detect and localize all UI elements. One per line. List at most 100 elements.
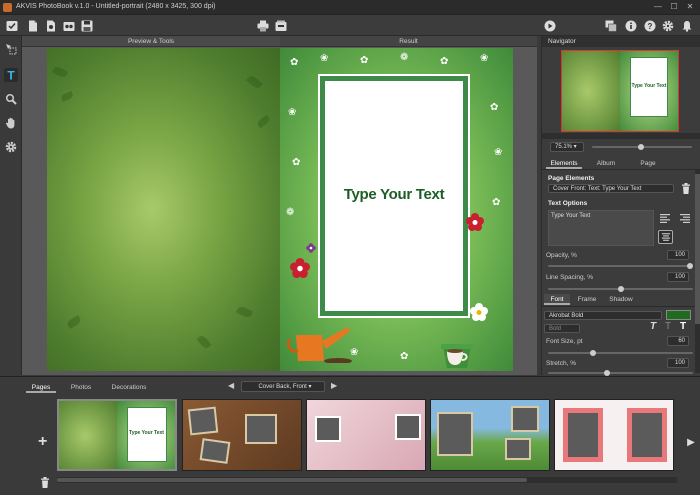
delete-element-button[interactable]: [681, 183, 691, 194]
trash-icon: [682, 183, 690, 194]
preferences-button[interactable]: [661, 19, 675, 32]
print-icon: [257, 20, 269, 31]
tab-page[interactable]: Page: [630, 158, 666, 169]
purple-flower-icon: [306, 243, 316, 253]
line-spacing-slider-knob[interactable]: [617, 286, 624, 292]
font-size-slider-knob[interactable]: [589, 350, 596, 356]
stretch-input[interactable]: 100: [667, 358, 689, 368]
text-input[interactable]: Type Your Text: [548, 210, 654, 246]
zoom-slider-knob[interactable]: [638, 144, 644, 150]
opacity-slider[interactable]: [548, 263, 693, 269]
tab-font[interactable]: Font: [544, 294, 570, 305]
export-button[interactable]: [274, 19, 288, 32]
app-logo-icon: [3, 3, 12, 12]
bell-icon: [682, 20, 692, 32]
open-file-icon: [47, 20, 55, 31]
page-elements-label: Page Elements: [548, 175, 595, 182]
panel-scrollbar[interactable]: [695, 170, 700, 373]
tab-decorations[interactable]: Decorations: [106, 382, 152, 393]
page-selector-value: Cover Back, Front: [258, 384, 307, 390]
opacity-input[interactable]: 100: [667, 250, 689, 260]
run-button[interactable]: [543, 19, 557, 32]
tab-frame[interactable]: Frame: [572, 294, 602, 305]
minimize-button[interactable]: —: [652, 2, 664, 11]
text-photo-frame[interactable]: Type Your Text: [320, 76, 468, 316]
canvas-area: Preview & Tools Result ✿ ❀ ✿ ❁ ✿ ❀ ❀ ✿ ❁…: [22, 36, 537, 375]
settings-tool[interactable]: [4, 140, 18, 154]
help-button[interactable]: ?: [643, 19, 657, 32]
stretch-slider[interactable]: [548, 370, 693, 376]
bold-button[interactable]: T: [680, 322, 690, 332]
notifications-button[interactable]: [680, 19, 694, 32]
prev-page-arrow-icon[interactable]: ◀: [228, 381, 238, 391]
check-icon: [6, 20, 18, 31]
page-elements-select[interactable]: Cover Front: Text: Type Your Text: [548, 184, 674, 193]
add-page-button[interactable]: +: [38, 434, 52, 450]
cover-text[interactable]: Type Your Text: [325, 186, 463, 203]
align-center-icon: [661, 233, 671, 241]
tab-shadow[interactable]: Shadow: [604, 294, 638, 305]
align-left-button[interactable]: [660, 214, 672, 223]
tab-photos[interactable]: Photos: [64, 382, 98, 393]
opacity-slider-knob[interactable]: [687, 263, 693, 269]
align-right-button[interactable]: [678, 214, 690, 223]
save-button[interactable]: [80, 19, 94, 32]
settings-panel: Navigator Type Your Text 75.1% ▾ Element…: [541, 36, 700, 376]
page-thumb-wood[interactable]: [182, 399, 302, 471]
page-thumb-text: Type Your Text: [129, 430, 164, 436]
info-icon: [625, 20, 637, 31]
open-photos-button[interactable]: [62, 19, 76, 32]
page-thumb-cover[interactable]: Type Your Text: [57, 399, 177, 471]
italic-button[interactable]: T: [650, 322, 660, 332]
interface-mode-button[interactable]: [604, 19, 618, 32]
cover-front-page[interactable]: ✿ ❀ ✿ ❁ ✿ ❀ ❀ ✿ ❁ ✿ ❀ ✿ ❀ ✿ Type Your Te…: [280, 48, 513, 371]
window-title: AKVIS PhotoBook v.1.0 - Untitled-portrai…: [16, 3, 216, 10]
line-spacing-label: Line Spacing, %: [546, 274, 593, 281]
preview-tools-tab[interactable]: Preview & Tools: [22, 36, 280, 47]
hand-tool[interactable]: [4, 116, 18, 130]
font-color-swatch[interactable]: [666, 310, 691, 320]
page-selector[interactable]: Cover Back, Front ▾: [241, 381, 325, 392]
page-thumb-roses[interactable]: [554, 399, 674, 471]
line-spacing-input[interactable]: 100: [667, 272, 689, 282]
close-button[interactable]: ✕: [684, 2, 696, 11]
page-thumb-garden[interactable]: [430, 399, 550, 471]
font-size-input[interactable]: 60: [667, 336, 689, 346]
main-toolbar: ?: [0, 15, 700, 36]
zoom-slider[interactable]: [592, 144, 692, 150]
font-size-slider[interactable]: [548, 350, 693, 356]
tab-elements[interactable]: Elements: [546, 158, 582, 169]
arrange-tool[interactable]: [4, 42, 18, 56]
gear-icon: [662, 20, 674, 31]
zoom-tool[interactable]: [4, 92, 18, 106]
regular-button[interactable]: T: [665, 322, 675, 332]
delete-page-button[interactable]: [40, 477, 50, 488]
line-spacing-slider[interactable]: [548, 286, 693, 292]
svg-text:T: T: [7, 69, 15, 81]
presets-button[interactable]: [5, 19, 19, 32]
next-page-arrow-icon[interactable]: ▶: [331, 381, 341, 391]
pages-scrollbar[interactable]: [57, 477, 677, 483]
svg-text:?: ?: [648, 21, 653, 30]
font-family-select[interactable]: Akrobat Bold: [544, 311, 662, 320]
text-tool[interactable]: T: [4, 68, 18, 82]
font-style-select[interactable]: Bold: [544, 324, 580, 333]
result-tab[interactable]: Result: [280, 36, 537, 47]
print-button[interactable]: [256, 19, 270, 32]
tab-pages[interactable]: Pages: [26, 382, 56, 393]
zoom-field[interactable]: 75.1% ▾: [550, 142, 584, 152]
maximize-button[interactable]: ☐: [668, 2, 680, 11]
navigator-preview[interactable]: Type Your Text: [561, 50, 679, 132]
align-center-button[interactable]: [658, 230, 673, 244]
tab-album[interactable]: Album: [588, 158, 624, 169]
page-thumb-pink[interactable]: [306, 399, 426, 471]
about-button[interactable]: [624, 19, 638, 32]
scroll-right-arrow-icon[interactable]: ▶: [682, 417, 700, 467]
red-flower-icon: [290, 258, 310, 278]
file-icon: [29, 20, 37, 31]
transform-icon: [6, 44, 17, 55]
cover-back-page[interactable]: [47, 48, 280, 371]
open-album-button[interactable]: [44, 19, 58, 32]
magnifier-icon: [5, 93, 17, 105]
new-album-button[interactable]: [26, 19, 40, 32]
